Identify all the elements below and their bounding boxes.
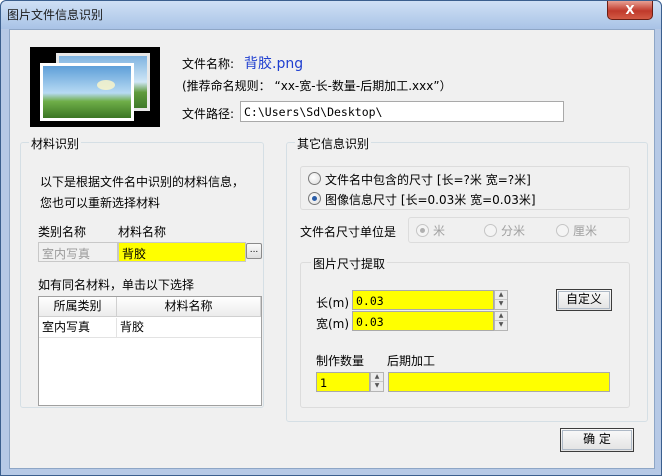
spin-up-icon[interactable]: ▲ bbox=[371, 373, 383, 382]
radio-unit-centimeter[interactable] bbox=[556, 224, 569, 237]
table-row[interactable]: 室内写真 背胶 bbox=[39, 318, 261, 338]
width-input[interactable]: 0.03 bbox=[352, 311, 494, 331]
file-name-label: 文件名称: bbox=[182, 57, 235, 71]
radio-unit-decimeter-label[interactable]: 分米 bbox=[501, 222, 525, 239]
radio-image-info-size[interactable] bbox=[308, 192, 321, 205]
quantity-spinner[interactable]: ▲ ▼ bbox=[370, 372, 384, 392]
size-extract-title: 图片尺寸提取 bbox=[311, 255, 388, 272]
post-process-input[interactable] bbox=[388, 372, 610, 392]
spin-down-icon[interactable]: ▼ bbox=[495, 321, 507, 330]
close-button[interactable]: X bbox=[607, 1, 653, 20]
radio-unit-decimeter[interactable] bbox=[484, 224, 497, 237]
spin-down-icon[interactable]: ▼ bbox=[495, 300, 507, 309]
table-cell-material: 背胶 bbox=[120, 320, 145, 334]
custom-size-button-label: 自定义 bbox=[565, 292, 602, 306]
window-title: 图片文件信息识别 bbox=[7, 8, 104, 22]
browse-material-button[interactable]: ... bbox=[246, 243, 262, 259]
radio-unit-centimeter-label[interactable]: 厘米 bbox=[573, 222, 597, 239]
post-process-label: 后期加工 bbox=[387, 354, 436, 368]
table-header-material[interactable]: 材料名称 bbox=[117, 297, 261, 317]
spin-down-icon[interactable]: ▼ bbox=[371, 382, 383, 391]
radio-unit-meter[interactable] bbox=[416, 224, 429, 237]
file-path-field[interactable]: C:\Users\Sd\Desktop\ bbox=[240, 101, 564, 122]
material-info-line2: 您也可以重新选择材料 bbox=[40, 196, 161, 210]
ok-button-label: 确 定 bbox=[583, 432, 611, 446]
ok-button[interactable]: 确 定 bbox=[560, 428, 634, 452]
material-field[interactable]: 背胶 bbox=[118, 242, 246, 262]
radio-filename-size-label[interactable]: 文件名中包含的尺寸 [长=?米 宽=?米] bbox=[325, 171, 531, 188]
landscape-photo-icon bbox=[40, 63, 134, 121]
material-group-title: 材料识别 bbox=[29, 135, 82, 152]
length-label: 长(m) bbox=[316, 296, 350, 310]
material-label: 材料名称 bbox=[118, 225, 167, 239]
image-thumbnail bbox=[30, 47, 160, 127]
category-field[interactable]: 室内写真 bbox=[38, 242, 118, 262]
width-spinner[interactable]: ▲ ▼ bbox=[494, 311, 508, 331]
custom-size-button[interactable]: 自定义 bbox=[556, 289, 612, 311]
length-spinner[interactable]: ▲ ▼ bbox=[494, 290, 508, 310]
quantity-input[interactable]: 1 bbox=[316, 372, 370, 392]
dialog-body: 文件名称: 背胶.png (推荐命名规则： “xx-宽-长-数量-后期加工.xx… bbox=[9, 29, 655, 469]
material-info-line1: 以下是根据文件名中识别的材料信息， bbox=[40, 175, 245, 189]
length-input[interactable]: 0.03 bbox=[352, 290, 494, 310]
dialog-window: 图片文件信息识别 X 文件名称: 背胶.png (推荐命名规则： “xx-宽-长… bbox=[0, 0, 662, 476]
title-bar[interactable]: 图片文件信息识别 X bbox=[1, 1, 661, 29]
spin-up-icon[interactable]: ▲ bbox=[495, 312, 507, 321]
naming-rule-hint: (推荐命名规则： “xx-宽-长-数量-后期加工.xxx”） bbox=[182, 79, 452, 93]
same-name-label: 如有同名材料，单击以下选择 bbox=[38, 278, 195, 292]
file-path-label: 文件路径: bbox=[182, 107, 235, 121]
other-info-group-title: 其它信息识别 bbox=[295, 135, 372, 152]
table-cell-category: 室内写真 bbox=[39, 318, 117, 337]
material-table: 所属类别 材料名称 室内写真 背胶 bbox=[38, 296, 262, 406]
width-label: 宽(m) bbox=[316, 317, 350, 331]
quantity-label: 制作数量 bbox=[316, 354, 365, 368]
radio-filename-size[interactable] bbox=[308, 172, 321, 185]
category-label: 类别名称 bbox=[38, 225, 87, 239]
radio-image-info-size-label[interactable]: 图像信息尺寸 [长=0.03米 宽=0.03米] bbox=[325, 191, 536, 208]
file-name-value: 背胶.png bbox=[244, 56, 304, 72]
radio-unit-meter-label[interactable]: 米 bbox=[433, 222, 445, 239]
table-header-category[interactable]: 所属类别 bbox=[39, 297, 117, 317]
unit-label: 文件名尺寸单位是 bbox=[300, 225, 397, 239]
spin-up-icon[interactable]: ▲ bbox=[495, 291, 507, 300]
